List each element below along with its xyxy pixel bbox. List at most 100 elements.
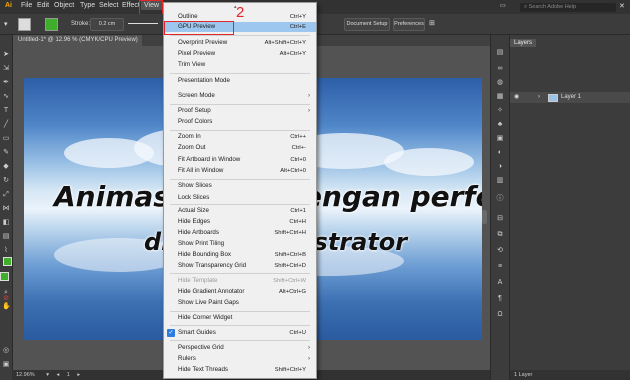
menu-item-fit-artboard[interactable]: Fit Artboard in Window Ctrl+0: [164, 155, 316, 165]
type-tool-icon[interactable]: T: [2, 107, 10, 115]
menu-edit[interactable]: Edit: [34, 1, 52, 10]
menu-item-zoom-in[interactable]: Zoom In Ctrl++: [164, 132, 316, 142]
page-prev-icon[interactable]: ◂: [56, 372, 59, 378]
menu-separator: [170, 104, 310, 105]
appearance-icon[interactable]: ◐: [496, 149, 504, 157]
share-icon[interactable]: ▭: [500, 2, 506, 9]
zoom-level[interactable]: 12.96%: [16, 372, 35, 378]
menu-item-hide-edges[interactable]: Hide Edges Ctrl+H: [164, 217, 316, 227]
menu-item-perspective-grid[interactable]: Perspective Grid ›: [164, 343, 316, 353]
layer-name[interactable]: Layer 1: [561, 92, 581, 103]
menu-item-proof-colors[interactable]: Proof Colors: [164, 117, 316, 127]
menu-item-smart-guides[interactable]: ✓ Smart Guides Ctrl+U: [164, 328, 316, 338]
menu-item-actual-size[interactable]: Actual Size Ctrl+1: [164, 206, 316, 216]
layers-tab[interactable]: Layers: [510, 39, 537, 47]
curvature-tool-icon[interactable]: ∿: [2, 93, 10, 101]
menu-item-overprint-preview[interactable]: Overprint Preview Alt+Shift+Ctrl+Y: [164, 38, 316, 48]
visibility-eye-icon[interactable]: ◉: [514, 92, 519, 103]
menu-separator: [170, 204, 310, 205]
fill-color-icon[interactable]: [0, 272, 9, 281]
menu-item-show-print-tiling[interactable]: Show Print Tiling: [164, 239, 316, 249]
screen-mode-icon[interactable]: ▣: [2, 361, 10, 369]
stroke-panel-icon[interactable]: ≡: [496, 263, 504, 271]
document-setup-button[interactable]: Document Setup: [344, 18, 390, 31]
gradient-icon[interactable]: ▥: [496, 177, 504, 185]
character-icon[interactable]: A: [496, 279, 504, 287]
menu-file[interactable]: File: [18, 1, 35, 10]
layer-thumbnail: [548, 94, 558, 102]
draw-mode-icon[interactable]: ◎: [2, 347, 10, 355]
swatches-icon[interactable]: ▦: [496, 93, 504, 101]
stroke-color-icon[interactable]: [3, 257, 12, 266]
preferences-button[interactable]: Preferences: [393, 18, 425, 31]
layer-row[interactable]: ◉ › Layer 1: [510, 92, 630, 103]
menu-item-show-live-paint-gaps[interactable]: Show Live Paint Gaps: [164, 298, 316, 308]
menu-item-screen-mode[interactable]: Screen Mode ›: [164, 91, 316, 101]
document-tab[interactable]: Untitled-1* @ 12.96 % (CMYK/CPU Preview): [14, 35, 142, 46]
expand-arrow-icon[interactable]: ›: [538, 92, 540, 103]
glyphs-icon[interactable]: Ω: [496, 311, 504, 319]
menu-item-hide-bounding-box[interactable]: Hide Bounding Box Shift+Ctrl+B: [164, 250, 316, 260]
menu-item-show-slices[interactable]: Show Slices: [164, 181, 316, 191]
view-menu-dropdown: ▴ Outline Ctrl+Y GPU Preview Ctrl+E Overpr…: [163, 2, 317, 379]
width-tool-icon[interactable]: ⋈: [2, 205, 10, 213]
menu-item-hide-text-threads[interactable]: Hide Text Threads Shift+Ctrl+Y: [164, 365, 316, 375]
transparency-icon[interactable]: ◑: [496, 163, 504, 171]
fill-stroke-toggle-icon[interactable]: ▾: [4, 20, 8, 28]
menu-item-hide-corner-widget[interactable]: Hide Corner Widget: [164, 313, 316, 323]
stroke-label: Stroke:: [71, 21, 91, 27]
close-window-icon[interactable]: ✕: [619, 2, 625, 10]
direct-selection-icon[interactable]: ⇲: [2, 65, 10, 73]
arrange-documents-icon[interactable]: ⊞: [429, 19, 435, 27]
shape-builder-icon[interactable]: ◧: [2, 219, 10, 227]
stroke-swatch[interactable]: [45, 18, 58, 31]
selection-tool-icon[interactable]: ➤: [2, 51, 10, 59]
menu-item-hide-gradient-annotator[interactable]: Hide Gradient Annotator Alt+Ctrl+G: [164, 287, 316, 297]
menu-item-zoom-out[interactable]: Zoom Out Ctrl+-: [164, 143, 316, 153]
menu-item-lock-slices[interactable]: Lock Slices: [164, 193, 316, 203]
stroke-profile-line[interactable]: [128, 23, 158, 24]
transform-icon[interactable]: ⟲: [496, 247, 504, 255]
rotate-tool-icon[interactable]: ↻: [2, 177, 10, 185]
align-icon[interactable]: ⊟: [496, 215, 504, 223]
fill-swatch[interactable]: [18, 18, 31, 31]
paragraph-icon[interactable]: ¶: [496, 295, 504, 303]
menu-item-hide-artboards[interactable]: Hide Artboards Shift+Ctrl+H: [164, 228, 316, 238]
menu-select[interactable]: Select: [96, 1, 121, 10]
page-next-icon[interactable]: ▸: [77, 372, 80, 378]
menu-item-proof-setup[interactable]: Proof Setup ›: [164, 106, 316, 116]
menu-item-fit-all[interactable]: Fit All in Window Alt+Ctrl+0: [164, 166, 316, 176]
symbols-icon[interactable]: ♣: [496, 121, 504, 129]
search-input[interactable]: ⌕ Search Adobe Help: [520, 3, 616, 12]
page-number[interactable]: 1: [67, 372, 70, 378]
brushes-icon[interactable]: ✧: [496, 107, 504, 115]
graphic-styles-icon[interactable]: ▣: [496, 135, 504, 143]
eraser-tool-icon[interactable]: ◆: [2, 163, 10, 171]
eyedropper-tool-icon[interactable]: ⌇: [2, 247, 10, 255]
menu-item-rulers[interactable]: Rulers ›: [164, 354, 316, 364]
submenu-arrow-icon: ›: [308, 108, 310, 114]
info-icon[interactable]: ⓘ: [496, 195, 504, 203]
menu-separator: [170, 130, 310, 131]
none-color-icon[interactable]: ⊘: [2, 295, 10, 303]
rectangle-tool-icon[interactable]: ▭: [2, 135, 10, 143]
line-tool-icon[interactable]: ╱: [2, 121, 10, 129]
scale-tool-icon[interactable]: ⤢: [2, 191, 10, 199]
properties-icon[interactable]: ▤: [496, 49, 504, 57]
paintbrush-tool-icon[interactable]: ✎: [2, 149, 10, 157]
vertical-scrollbar-thumb[interactable]: [482, 210, 487, 224]
stroke-weight-field[interactable]: 0.2 cm: [90, 18, 124, 31]
menu-item-presentation-mode[interactable]: Presentation Mode: [164, 76, 316, 86]
pathfinder-icon[interactable]: ⧉: [496, 231, 504, 239]
hand-tool-icon[interactable]: ✋: [2, 303, 11, 311]
menu-item-trim-view[interactable]: Trim View: [164, 60, 316, 70]
color-icon[interactable]: ◍: [496, 79, 504, 87]
links-icon[interactable]: ∞: [496, 65, 504, 73]
menu-object[interactable]: Object: [51, 1, 77, 10]
rotate-view-icon[interactable]: ▾: [46, 372, 49, 378]
gradient-tool-icon[interactable]: ▤: [2, 233, 10, 241]
pen-tool-icon[interactable]: ✒: [2, 79, 10, 87]
menu-type[interactable]: Type: [77, 1, 98, 10]
menu-item-pixel-preview[interactable]: Pixel Preview Alt+Ctrl+Y: [164, 49, 316, 59]
menu-item-show-transparency-grid[interactable]: Show Transparency Grid Shift+Ctrl+D: [164, 261, 316, 271]
